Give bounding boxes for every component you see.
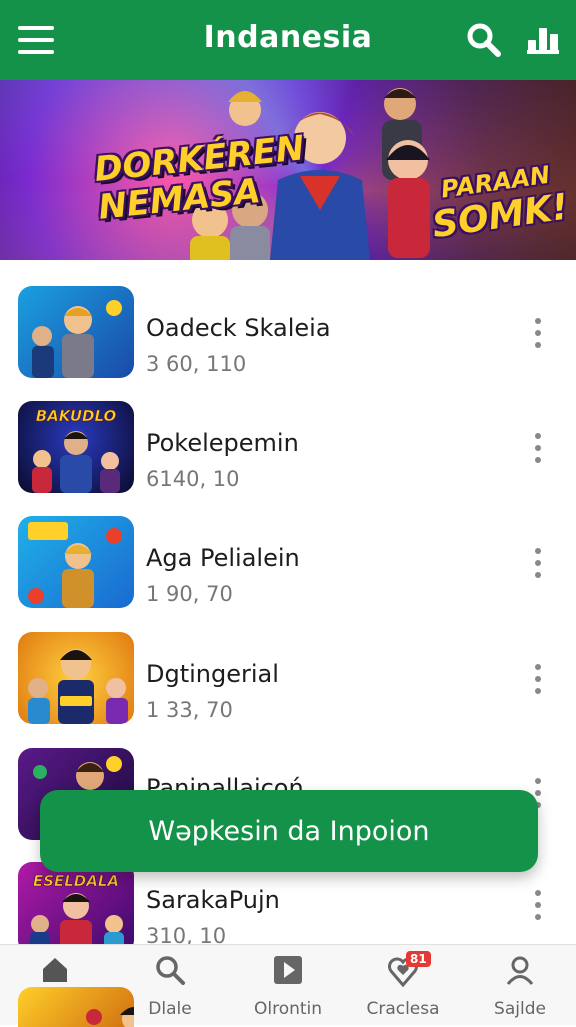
game-title: Oadeck Skaleia (146, 314, 331, 342)
nav-label: Sajlde (494, 999, 546, 1019)
nav-favorites[interactable]: 81 Craclesa (348, 945, 458, 1025)
top-app-bar: Indanesia (0, 0, 576, 80)
promo-banner[interactable]: DORKÉREN NEMASA PARAAN SOMK! (0, 80, 576, 260)
game-title: Dgtingerial (146, 660, 279, 688)
nav-play[interactable]: Olrontin (233, 945, 343, 1025)
game-title: Aga Pelialein (146, 544, 300, 572)
search-icon (156, 956, 185, 985)
more-options-icon[interactable] (528, 433, 548, 467)
list-item[interactable]: Dgtingerial 1 33, 70 (0, 632, 576, 748)
game-count: 1 90, 70 (146, 582, 233, 606)
thumb-caption: BAKUDLO (36, 407, 117, 425)
game-thumbnail: BAKUDLO (18, 401, 134, 493)
more-options-icon[interactable] (528, 890, 548, 924)
game-thumbnail: ESELDALA (18, 862, 134, 954)
list-item[interactable]: Aga Pelialein 1 90, 70 (0, 516, 576, 632)
search-icon[interactable] (466, 22, 502, 58)
game-count: 6140, 10 (146, 467, 240, 491)
more-options-icon[interactable] (528, 548, 548, 582)
nav-search[interactable]: Dlale (115, 945, 225, 1025)
nav-label: Olrontin (253, 999, 323, 1019)
game-thumbnail (18, 286, 134, 378)
home-icon (43, 958, 67, 982)
game-title: Pokelepemin (146, 429, 299, 457)
game-thumbnail (18, 516, 134, 608)
install-button-banner[interactable]: Wəpkesin da Inpoion (40, 790, 538, 872)
game-count: 1 33, 70 (146, 698, 233, 722)
notification-badge: 81 (406, 951, 431, 967)
game-count: 3 60, 110 (146, 352, 247, 376)
game-title: SarakaPujn (146, 886, 280, 914)
list-item[interactable]: Oadeck Skaleia 3 60, 110 (0, 286, 576, 402)
profile-icon (506, 956, 534, 985)
thumb-caption: ESELDALA (33, 872, 119, 890)
nav-home[interactable] (0, 945, 134, 1027)
nav-profile[interactable]: Sajlde (465, 945, 575, 1025)
game-thumbnail (18, 632, 134, 724)
more-options-icon[interactable] (528, 664, 548, 698)
bottom-navigation: Dlale Olrontin 81 Craclesa Sajlde (0, 944, 576, 1027)
play-icon (274, 956, 302, 984)
list-item[interactable]: BAKUDLO Pokelepemin 6140, 10 (0, 401, 576, 517)
nav-label: Dlale (148, 999, 192, 1019)
more-options-icon[interactable] (528, 318, 548, 352)
bar-chart-icon[interactable] (526, 22, 560, 56)
nav-label: Craclesa (366, 999, 440, 1019)
